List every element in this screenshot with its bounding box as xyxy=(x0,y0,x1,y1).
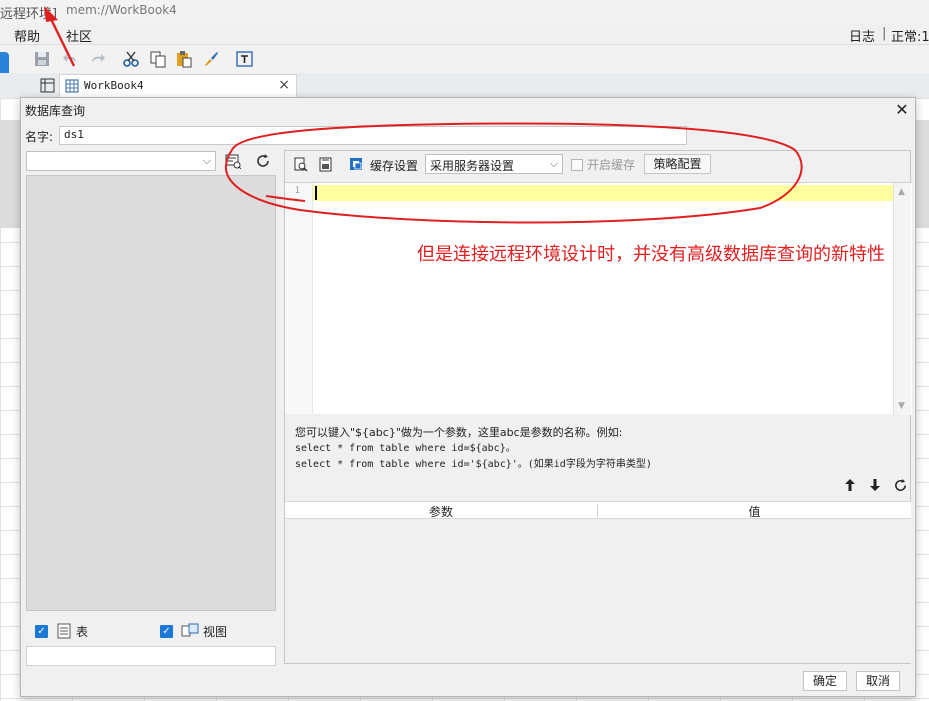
annotation-text: 但是连接远程环境设计时，并没有高级数据库查询的新特性 xyxy=(417,244,885,265)
save-icon[interactable] xyxy=(33,50,51,68)
table-tree[interactable] xyxy=(26,175,276,611)
editor-scrollbar[interactable]: ▲ ▼ xyxy=(893,183,911,415)
preview-button[interactable] xyxy=(289,153,311,175)
enable-cache-label: 开启缓存 xyxy=(587,158,636,172)
cache-mode-select[interactable]: 采用服务器设置 ⌵ xyxy=(425,154,563,174)
table-icon xyxy=(57,623,71,639)
hint-line-1: 您可以键入"${abc}"做为一个参数，这里abc是参数的名称。例如: xyxy=(295,426,623,439)
format-brush-icon[interactable] xyxy=(202,50,220,68)
name-input[interactable]: ds1 xyxy=(59,126,687,145)
tables-filter[interactable]: ✓ 表 xyxy=(35,622,88,640)
query-pane: 缓存设置 采用服务器设置 ⌵ 开启缓存 策略配置 1 ▲ ▼ 但是连接远程环境设… xyxy=(284,150,912,664)
tables-checkbox[interactable]: ✓ xyxy=(35,624,48,638)
refresh-icon xyxy=(257,154,269,167)
column-header-value[interactable]: 值 xyxy=(598,503,911,520)
connection-select[interactable]: ⌵ xyxy=(26,151,216,171)
paste-icon[interactable] xyxy=(175,50,193,68)
chevron-down-icon: ⌵ xyxy=(202,154,211,167)
text-caret xyxy=(315,186,317,200)
log-link[interactable]: 日志 xyxy=(849,26,875,45)
database-edit-icon xyxy=(225,154,241,169)
save-query-button[interactable] xyxy=(314,153,336,175)
scroll-down-icon[interactable]: ▼ xyxy=(898,401,905,411)
column-header-param[interactable]: 参数 xyxy=(285,503,597,520)
menu-help[interactable]: 帮助 xyxy=(14,26,40,45)
undo-icon[interactable] xyxy=(62,50,80,68)
table-search-input[interactable] xyxy=(26,646,276,666)
cache-icon xyxy=(350,158,362,170)
hint-line-2: select * from table where id=${abc}。 xyxy=(295,443,516,454)
text-frame-icon[interactable] xyxy=(236,50,254,68)
parameter-table[interactable]: 参数 值 xyxy=(285,501,912,663)
name-label: 名字: xyxy=(25,130,54,144)
dialog-title: 数据库查询 xyxy=(25,104,86,118)
menu-community[interactable]: 社区 xyxy=(66,26,92,45)
file-path: mem://WorkBook4 xyxy=(66,3,177,17)
menu-bar: 帮助 社区 日志 | 正常:1 xyxy=(0,23,929,45)
parameter-hint: 您可以键入"${abc}"做为一个参数，这里abc是参数的名称。例如: sele… xyxy=(295,425,652,472)
refresh-icon xyxy=(894,478,906,491)
refresh-params-button[interactable] xyxy=(889,474,911,496)
window-titlebar: 远程环境] mem://WorkBook4 xyxy=(0,0,929,23)
hint-line-3: select * from table where id='${abc}'。(如… xyxy=(295,459,652,470)
enable-cache-checkbox[interactable] xyxy=(571,158,583,171)
status-separator: | xyxy=(882,26,887,41)
scroll-up-icon[interactable]: ▲ xyxy=(898,187,905,197)
views-filter[interactable]: ✓ 视图 xyxy=(160,622,227,640)
tab-workbook4[interactable]: WorkBook4 × xyxy=(59,74,297,97)
dialog-close-icon[interactable]: ✕ xyxy=(893,100,911,119)
current-line-highlight xyxy=(313,185,893,201)
arrow-down-icon xyxy=(870,479,880,491)
line-gutter: 1 xyxy=(285,183,313,414)
cache-settings-label: 缓存设置 xyxy=(370,159,419,173)
move-up-button[interactable] xyxy=(839,474,861,496)
chevron-down-icon: ⌵ xyxy=(549,157,558,170)
database-query-dialog: 数据库查询 ✕ 名字: ds1 ⌵ ✓ 表 ✓ 视图 缓存设置 采用服务器设置 … xyxy=(20,97,916,697)
workbook-icon xyxy=(65,79,79,93)
main-toolbar xyxy=(0,45,929,73)
move-down-button[interactable] xyxy=(864,474,886,496)
redo-icon[interactable] xyxy=(88,50,106,68)
views-label: 视图 xyxy=(203,624,228,639)
view-icon xyxy=(181,623,199,637)
strategy-config-button[interactable]: 策略配置 xyxy=(644,154,711,174)
views-checkbox[interactable]: ✓ xyxy=(160,624,173,638)
copy-icon[interactable] xyxy=(149,50,167,68)
line-number: 1 xyxy=(294,186,300,196)
tab-close-icon[interactable]: × xyxy=(278,77,290,93)
tab-label: WorkBook4 xyxy=(84,79,144,92)
cache-mode-value: 采用服务器设置 xyxy=(430,159,515,173)
env-title: 远程环境] xyxy=(0,7,58,22)
ok-button[interactable]: 确定 xyxy=(803,671,847,691)
arrow-up-icon xyxy=(845,479,855,491)
refresh-connection-button[interactable] xyxy=(252,150,274,172)
status-normal: 正常:1 xyxy=(891,30,929,45)
document-save-icon xyxy=(319,157,331,171)
parameter-table-header: 参数 值 xyxy=(285,501,911,519)
grid-view-icon[interactable] xyxy=(40,78,55,93)
cut-icon[interactable] xyxy=(122,50,140,68)
enable-cache-toggle[interactable]: 开启缓存 xyxy=(571,156,635,173)
sql-editor[interactable]: 1 ▲ ▼ xyxy=(285,182,912,415)
connection-settings-button[interactable] xyxy=(222,150,244,172)
tables-label: 表 xyxy=(76,624,89,639)
cancel-button[interactable]: 取消 xyxy=(856,671,900,691)
preview-icon xyxy=(294,157,307,171)
